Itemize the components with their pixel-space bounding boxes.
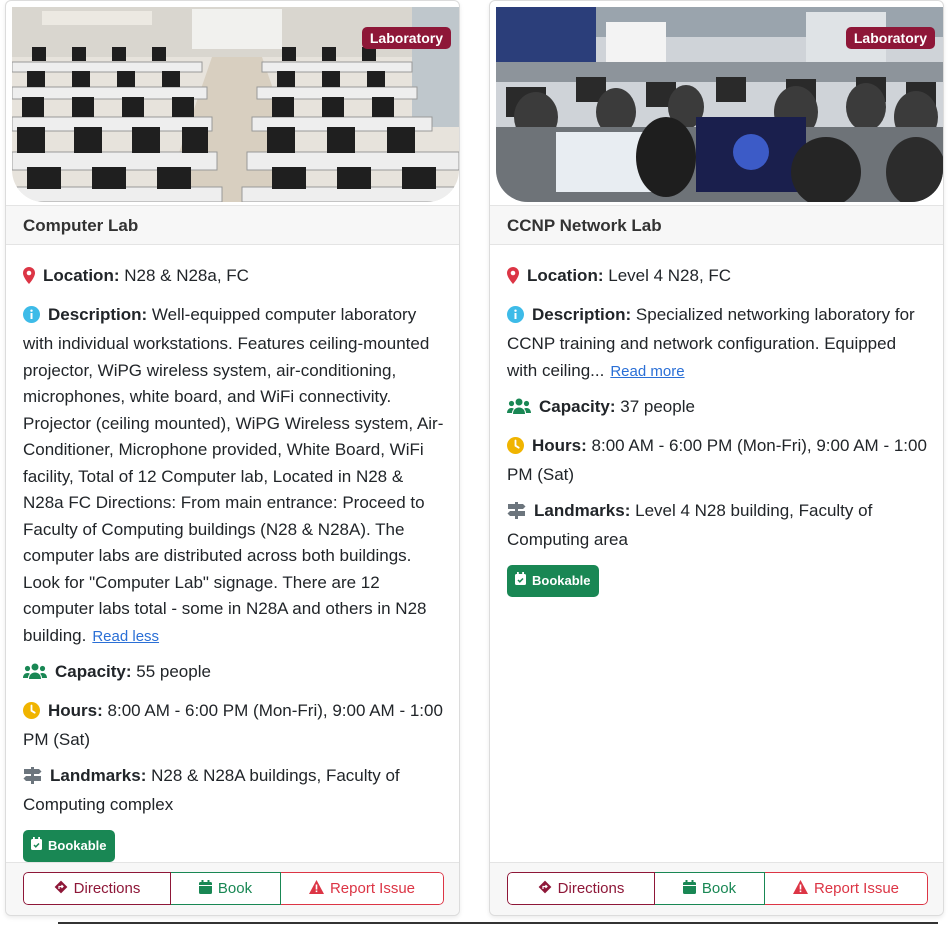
landmarks-row: Landmarks: Level 4 N28 building, Faculty… xyxy=(507,498,929,554)
clock-icon xyxy=(23,701,40,728)
warning-triangle-icon xyxy=(792,879,808,898)
page-divider xyxy=(58,922,938,924)
description-row: Description: Well-equipped computer labo… xyxy=(23,302,445,651)
diamond-turn-icon xyxy=(538,880,552,898)
card-title: Computer Lab xyxy=(6,205,459,245)
report-issue-button[interactable]: Report Issue xyxy=(765,872,928,905)
description-label: Description: xyxy=(532,304,632,324)
location-label: Location: xyxy=(43,266,120,285)
map-marker-icon xyxy=(23,266,35,293)
directions-label: Directions xyxy=(73,880,141,897)
report-label: Report Issue xyxy=(813,880,900,897)
facility-photo: Laboratory xyxy=(12,7,459,202)
info-circle-icon xyxy=(507,305,524,332)
report-issue-button[interactable]: Report Issue xyxy=(281,872,444,905)
capacity-value: 37 people xyxy=(620,397,695,416)
signpost-icon xyxy=(507,501,526,528)
capacity-label: Capacity: xyxy=(539,397,616,416)
description-row: Description: Specialized networking labo… xyxy=(507,302,929,386)
capacity-row: Capacity: 55 people xyxy=(23,659,445,689)
facility-photo: Laboratory xyxy=(496,7,943,202)
location-row: Location: Level 4 N28, FC xyxy=(507,263,929,293)
read-less-link[interactable]: Read less xyxy=(92,628,159,645)
location-row: Location: N28 & N28a, FC xyxy=(23,263,445,293)
book-label: Book xyxy=(217,880,253,897)
bookable-badge: Bookable xyxy=(507,564,599,597)
category-badge: Laboratory xyxy=(845,27,935,49)
location-value: Level 4 N28, FC xyxy=(608,266,732,285)
capacity-row: Capacity: 37 people xyxy=(507,394,929,424)
read-more-link[interactable]: Read more xyxy=(610,363,684,380)
card-footer: Directions Book Report Issue xyxy=(490,862,943,915)
directions-button[interactable]: Directions xyxy=(23,872,171,905)
hours-row: Hours: 8:00 AM - 6:00 PM (Mon-Fri), 9:00… xyxy=(507,433,929,489)
book-button[interactable]: Book xyxy=(655,872,765,905)
book-button[interactable]: Book xyxy=(171,872,281,905)
hours-row: Hours: 8:00 AM - 6:00 PM (Mon-Fri), 9:00… xyxy=(23,698,445,754)
report-label: Report Issue xyxy=(329,880,416,897)
diamond-turn-icon xyxy=(54,880,68,898)
bookable-label: Bookable xyxy=(532,572,591,588)
warning-triangle-icon xyxy=(308,879,324,898)
bookable-badge: Bookable xyxy=(23,829,115,862)
card-title: CCNP Network Lab xyxy=(490,205,943,245)
facility-card: Laboratory CCNP Network Lab Location: Le… xyxy=(489,0,944,916)
landmarks-row: Landmarks: N28 & N28A buildings, Faculty… xyxy=(23,763,445,819)
calendar-icon xyxy=(682,879,696,898)
action-buttons: Directions Book Report Issue xyxy=(23,872,444,905)
bookable-label: Bookable xyxy=(48,837,107,853)
location-value: N28 & N28a, FC xyxy=(124,266,249,285)
calendar-check-icon xyxy=(31,833,42,860)
category-badge: Laboratory xyxy=(361,27,451,49)
description-text: Well-equipped computer laboratory with i… xyxy=(23,304,444,645)
directions-button[interactable]: Directions xyxy=(507,872,655,905)
hours-label: Hours: xyxy=(532,435,587,455)
book-label: Book xyxy=(701,880,737,897)
users-icon xyxy=(507,397,531,424)
calendar-check-icon xyxy=(515,568,526,595)
capacity-value: 55 people xyxy=(136,662,211,681)
card-body: Location: N28 & N28a, FC Description: We… xyxy=(23,263,445,862)
info-circle-icon xyxy=(23,305,40,332)
location-label: Location: xyxy=(527,266,604,285)
users-icon xyxy=(23,662,47,689)
card-footer: Directions Book Report Issue xyxy=(6,862,459,915)
facility-card: Laboratory Computer Lab Location: N28 & … xyxy=(5,0,460,916)
capacity-label: Capacity: xyxy=(55,662,132,681)
action-buttons: Directions Book Report Issue xyxy=(507,872,928,905)
hours-label: Hours: xyxy=(48,700,103,720)
calendar-icon xyxy=(198,879,212,898)
description-label: Description: xyxy=(48,304,148,324)
card-body: Location: Level 4 N28, FC Description: S… xyxy=(507,263,929,597)
map-marker-icon xyxy=(507,266,519,293)
clock-icon xyxy=(507,436,524,463)
landmarks-label: Landmarks: xyxy=(534,500,631,520)
landmarks-label: Landmarks: xyxy=(50,765,147,785)
directions-label: Directions xyxy=(557,880,625,897)
signpost-icon xyxy=(23,766,42,793)
